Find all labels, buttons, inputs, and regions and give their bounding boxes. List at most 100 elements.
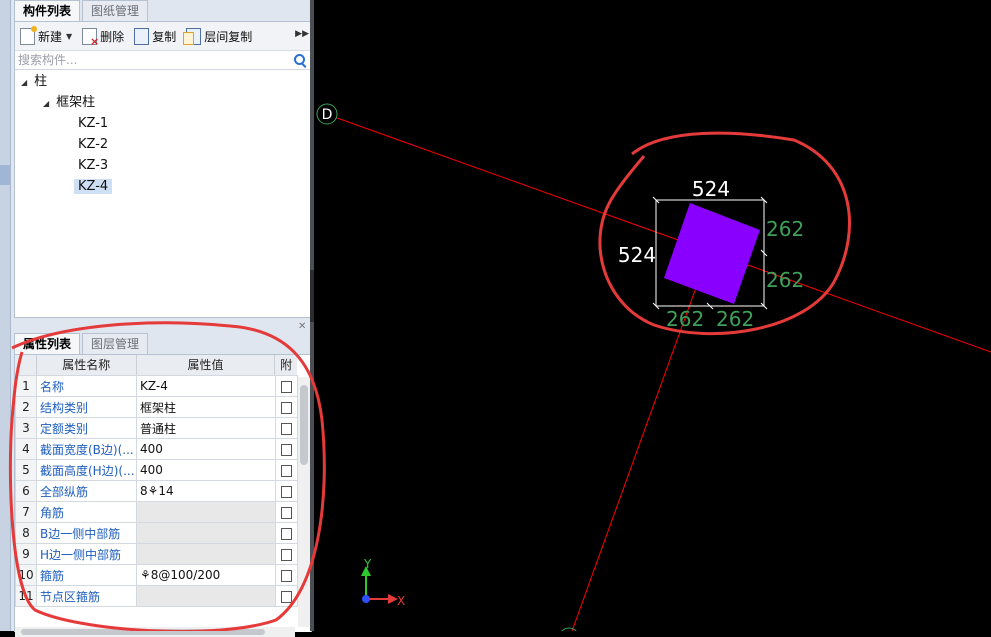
property-attach-cell[interactable]	[275, 438, 298, 460]
property-table-header: 属性名称 属性值 附	[15, 355, 297, 376]
attach-checkbox[interactable]	[281, 485, 292, 498]
tree-item-label[interactable]: KZ-1	[74, 116, 112, 131]
property-name[interactable]: 全部纵筋	[36, 480, 137, 502]
ucs-x-label: X	[397, 594, 405, 608]
property-row[interactable]: 6 全部纵筋 8⚘14	[15, 480, 298, 502]
property-value[interactable]: 8⚘14	[136, 480, 276, 502]
property-row[interactable]: 3 定额类别 普通柱	[15, 417, 298, 439]
tree-node-frame-column[interactable]: ◢ 框架柱	[43, 93, 95, 113]
property-name[interactable]: 名称	[36, 375, 137, 397]
attach-checkbox[interactable]	[281, 569, 292, 582]
property-row[interactable]: 4 截面宽度(B边)(... 400	[15, 438, 298, 460]
property-attach-cell[interactable]	[275, 417, 298, 439]
property-attach-cell[interactable]	[275, 501, 298, 523]
scrollbar-thumb[interactable]	[21, 629, 265, 635]
new-button-label: 新建	[38, 29, 63, 44]
property-value[interactable]: 400	[136, 459, 276, 481]
delete-button[interactable]: 删除	[77, 25, 129, 48]
drawing-svg[interactable]: D 524 524 262 262 262 262 Y X	[314, 0, 991, 637]
search-input[interactable]	[15, 51, 290, 69]
property-name[interactable]: 截面高度(H边)(...	[36, 459, 137, 481]
property-value[interactable]: 框架柱	[136, 396, 276, 418]
tab-drawing-management[interactable]: 图纸管理	[82, 0, 149, 21]
dimension-top: 524	[692, 177, 730, 201]
property-attach-cell[interactable]	[275, 480, 298, 502]
property-value[interactable]: KZ-4	[136, 375, 276, 397]
collapsed-sidebar[interactable]	[0, 0, 11, 631]
property-list-panel: 属性名称 属性值 附 1 名称 KZ-4 2 结构类别 框架柱 3 定额类别 普通柱 4 截面宽度(…	[14, 354, 312, 637]
property-row[interactable]: 7 角筋	[15, 501, 298, 523]
new-button[interactable]: 新建 ▼	[15, 25, 77, 47]
property-attach-cell[interactable]	[275, 396, 298, 418]
row-number: 2	[15, 396, 37, 418]
property-value[interactable]	[136, 522, 276, 544]
tab-component-list[interactable]: 构件列表	[14, 0, 81, 21]
expand-arrow-icon[interactable]: ◢	[43, 99, 49, 108]
copy-button[interactable]: 复制	[129, 25, 181, 47]
property-value[interactable]: ⚘8@100/200	[136, 564, 276, 586]
tree-item-kz-4[interactable]: KZ-4	[74, 177, 113, 197]
attach-checkbox[interactable]	[281, 548, 292, 561]
property-attach-cell[interactable]	[275, 522, 298, 544]
property-value[interactable]: 普通柱	[136, 417, 276, 439]
property-name[interactable]: 定额类别	[36, 417, 137, 439]
property-attach-cell[interactable]	[275, 585, 298, 607]
dimension-right-lower: 262	[766, 268, 804, 292]
property-name[interactable]: 箍筋	[36, 564, 137, 586]
tree-item-kz-1[interactable]: KZ-1	[74, 114, 112, 134]
expand-arrow-icon[interactable]: ◢	[21, 78, 27, 87]
layer-copy-button[interactable]: 层间复制	[181, 25, 257, 47]
property-name[interactable]: 结构类别	[36, 396, 137, 418]
component-search	[15, 51, 311, 70]
property-value[interactable]: 400	[136, 438, 276, 460]
horizontal-scrollbar[interactable]	[15, 627, 295, 637]
tree-item-label[interactable]: KZ-3	[74, 158, 112, 173]
property-row[interactable]: 10 箍筋 ⚘8@100/200	[15, 564, 298, 586]
attach-checkbox[interactable]	[281, 527, 292, 540]
property-row[interactable]: 9 H边一侧中部筋	[15, 543, 298, 565]
column-kz-4[interactable]	[664, 203, 760, 304]
chevron-down-icon[interactable]: ▼	[66, 32, 72, 41]
tab-property-list[interactable]: 属性列表	[14, 333, 81, 354]
tree-item-label-selected[interactable]: KZ-4	[74, 179, 113, 194]
vertical-scrollbar[interactable]	[298, 377, 310, 627]
property-value[interactable]	[136, 585, 276, 607]
property-name[interactable]: 角筋	[36, 501, 137, 523]
tree-node-column[interactable]: ◢ 柱	[21, 72, 47, 92]
attach-checkbox[interactable]	[281, 380, 292, 393]
attach-checkbox[interactable]	[281, 443, 292, 456]
attach-checkbox[interactable]	[281, 422, 292, 435]
drawing-canvas[interactable]: D 524 524 262 262 262 262 Y X	[314, 0, 991, 637]
property-row[interactable]: 11 节点区箍筋	[15, 585, 298, 607]
attach-checkbox[interactable]	[281, 401, 292, 414]
component-list-panel: 新建 ▼ 删除 复制 层间复制 ▶▶ ◢柱 ◢框架柱 KZ-1 KZ-2 KZ-…	[14, 21, 312, 318]
attach-checkbox[interactable]	[281, 590, 292, 603]
property-name[interactable]: B边一侧中部筋	[36, 522, 137, 544]
collapsed-sidebar-selected-item[interactable]	[0, 165, 10, 185]
property-value[interactable]	[136, 543, 276, 565]
property-name[interactable]: H边一侧中部筋	[36, 543, 137, 565]
tree-item-kz-3[interactable]: KZ-3	[74, 156, 112, 176]
toolbar-overflow-icon[interactable]: ▶▶	[295, 29, 309, 39]
property-name[interactable]: 截面宽度(B边)(...	[36, 438, 137, 460]
attach-checkbox[interactable]	[281, 506, 292, 519]
property-row[interactable]: 5 截面高度(H边)(... 400	[15, 459, 298, 481]
search-icon[interactable]	[294, 54, 305, 65]
attach-checkbox[interactable]	[281, 464, 292, 477]
tree-item-label[interactable]: KZ-2	[74, 137, 112, 152]
property-name[interactable]: 节点区箍筋	[36, 585, 137, 607]
scrollbar-thumb[interactable]	[300, 385, 308, 465]
property-attach-cell[interactable]	[275, 459, 298, 481]
header-index	[15, 355, 37, 375]
tree-item-kz-2[interactable]: KZ-2	[74, 135, 112, 155]
property-attach-cell[interactable]	[275, 375, 298, 397]
property-attach-cell[interactable]	[275, 543, 298, 565]
property-value[interactable]	[136, 501, 276, 523]
property-row[interactable]: 2 结构类别 框架柱	[15, 396, 298, 418]
close-icon[interactable]: ✕	[298, 321, 306, 332]
tab-layer-management[interactable]: 图层管理	[82, 333, 149, 354]
property-attach-cell[interactable]	[275, 564, 298, 586]
property-row[interactable]: 8 B边一侧中部筋	[15, 522, 298, 544]
row-number: 11	[15, 585, 37, 607]
property-row[interactable]: 1 名称 KZ-4	[15, 375, 298, 397]
